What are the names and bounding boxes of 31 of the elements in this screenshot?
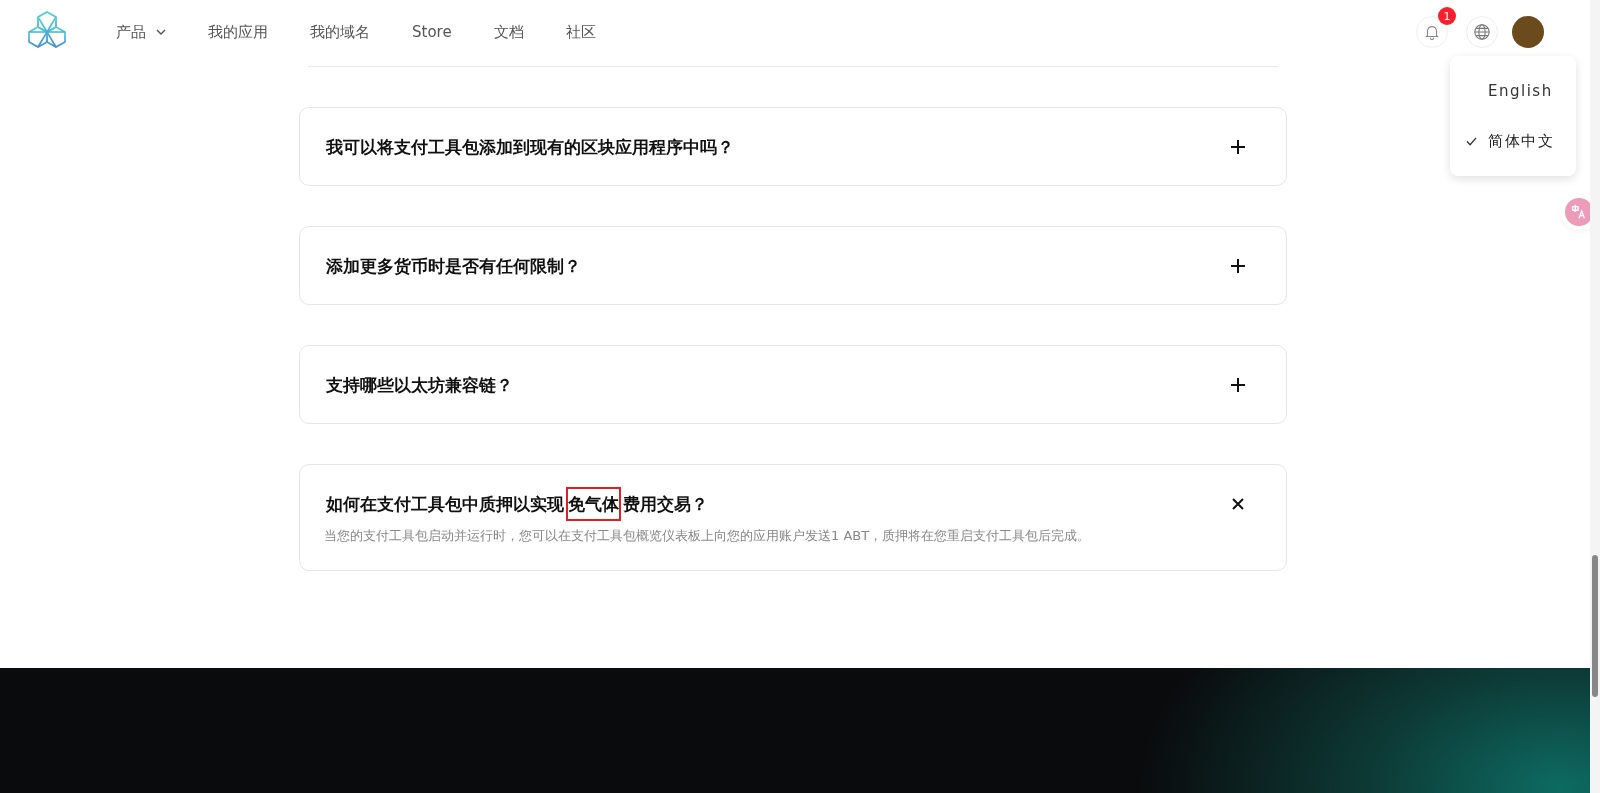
chevron-down-icon[interactable]: [156, 29, 166, 35]
faq-card[interactable]: 我可以将支付工具包添加到现有的区块应用程序中吗？: [299, 107, 1287, 186]
translate-icon: [1570, 203, 1588, 221]
question-text: 添加更多货币时是否有任何限制？: [325, 255, 582, 278]
plus-icon[interactable]: [1230, 258, 1246, 274]
check-icon: [1466, 136, 1477, 146]
question-text: 费用交易？: [622, 493, 709, 516]
faq-card[interactable]: 如何在支付工具包中质押以实现 免气体 费用交易？ 当您的支付工具包启动并运行时，您可以在支付工具包概览仪表板上向您的应用账户发送1 ABT，质押将在您重启支付工具包后完成。: [299, 464, 1287, 571]
language-button[interactable]: [1466, 16, 1498, 48]
answer-text: 当您的支付工具包启动并运行时，您可以在支付工具包概览仪表板上向您的应用账户发送1 ABT，质押将在您重启支付工具包后完成。: [324, 527, 1092, 545]
nav-link[interactable]: Store: [412, 22, 452, 42]
nav-link[interactable]: 文档: [493, 22, 524, 42]
close-icon[interactable]: [1230, 496, 1246, 512]
nav-link[interactable]: 我的应用: [208, 22, 268, 42]
language-option[interactable]: English: [1450, 66, 1576, 116]
nav-link[interactable]: 我的域名: [310, 22, 370, 42]
nav-link[interactable]: 社区: [565, 22, 596, 42]
plus-icon[interactable]: [1230, 377, 1246, 393]
nav-link[interactable]: 产品: [116, 22, 166, 42]
avatar[interactable]: [1512, 16, 1544, 48]
faq-card[interactable]: 支持哪些以太坊兼容链？: [299, 345, 1287, 424]
question-text: 我可以将支付工具包添加到现有的区块应用程序中吗？: [325, 136, 735, 159]
faq-card[interactable]: 添加更多货币时是否有任何限制？: [299, 226, 1287, 305]
question-text: 如何在支付工具包中质押以实现: [325, 493, 565, 516]
bell-icon: [1423, 23, 1441, 41]
question-text: 支持哪些以太坊兼容链？: [325, 374, 514, 397]
notification-badge: 1: [1438, 7, 1456, 25]
plus-icon[interactable]: [1230, 139, 1246, 155]
highlighted-text: 免气体: [566, 487, 621, 521]
language-option[interactable]: 简体中文: [1450, 116, 1576, 166]
globe-icon: [1473, 23, 1491, 41]
